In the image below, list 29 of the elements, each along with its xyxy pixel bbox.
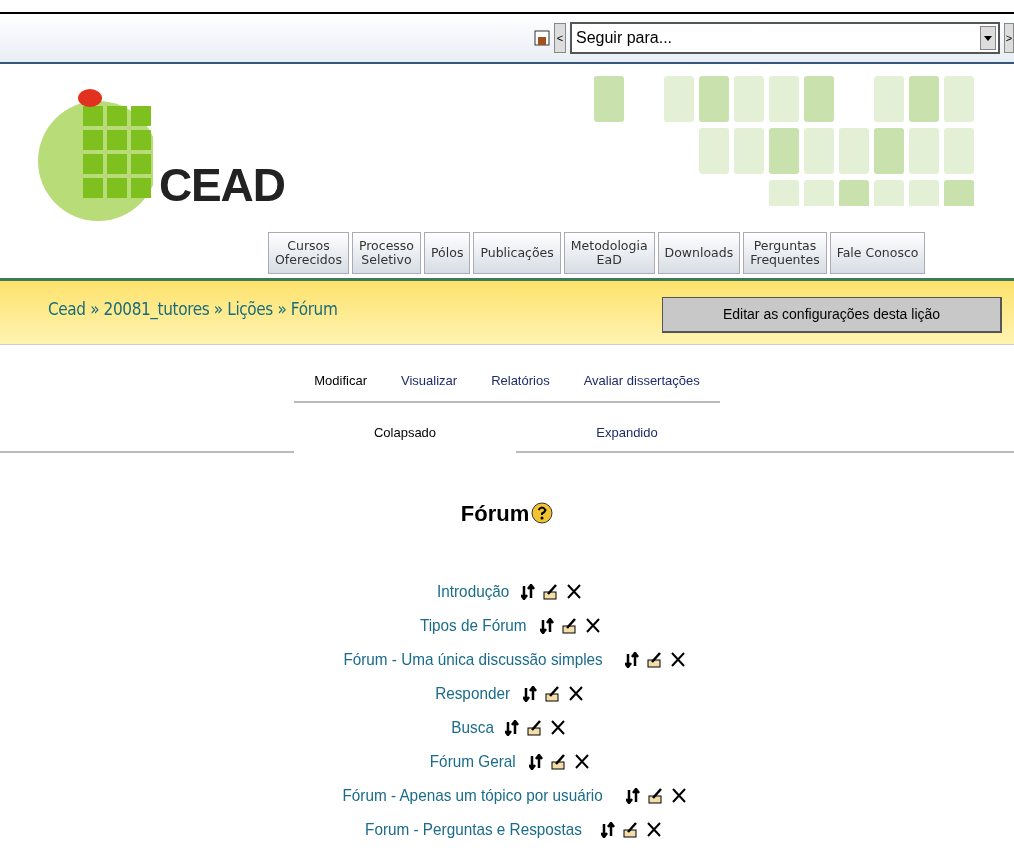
page-link[interactable]: Fórum Geral [430, 748, 516, 775]
nav-tab[interactable]: Cursos Oferecidos [268, 232, 349, 274]
tab[interactable]: Visualizar [401, 371, 458, 391]
page-link[interactable]: Busca [451, 714, 495, 741]
nav-tab[interactable]: Downloads [657, 232, 741, 274]
breadcrumb: Cead » 20081_tutores » Lições » Fórum [48, 298, 338, 322]
tab[interactable]: Avaliar dissertações [583, 371, 700, 391]
nav-tab[interactable]: Publicações [473, 232, 561, 274]
nav-tab[interactable]: Metodologia EaD [563, 232, 655, 274]
tab[interactable]: Relatórios [491, 371, 550, 391]
prev-button[interactable]: < [554, 23, 566, 53]
edit-settings-button[interactable]: Editar as configurações desta lição [662, 297, 1002, 333]
next-button[interactable]: > [1004, 23, 1014, 53]
page-link[interactable]: Tipos de Fórum [419, 612, 527, 639]
page-link[interactable]: Introdução [436, 578, 510, 605]
tab[interactable]: Expandido [516, 422, 738, 453]
page-link[interactable]: Fórum - Apenas um tópico por usuário [342, 782, 604, 809]
nav-tab[interactable]: Pólos [424, 232, 471, 274]
logo-text: CEAD [159, 158, 285, 213]
page-link[interactable]: Forum - Perguntas e Respostas [364, 816, 582, 843]
tab[interactable]: Colapsado [294, 422, 516, 453]
nav-tab[interactable]: Processo Seletivo [351, 232, 421, 274]
page-link[interactable]: Fórum - Uma única discussão simples [343, 646, 603, 673]
nav-tab[interactable]: Fale Conosco [829, 232, 926, 274]
page-link[interactable]: Responder [435, 680, 511, 707]
nav-tab[interactable]: Perguntas Frequentes [743, 232, 827, 274]
page-title: Fórum [460, 499, 530, 528]
tab[interactable]: Modificar [314, 371, 367, 391]
jump-select[interactable]: Seguir para... [570, 22, 1000, 54]
